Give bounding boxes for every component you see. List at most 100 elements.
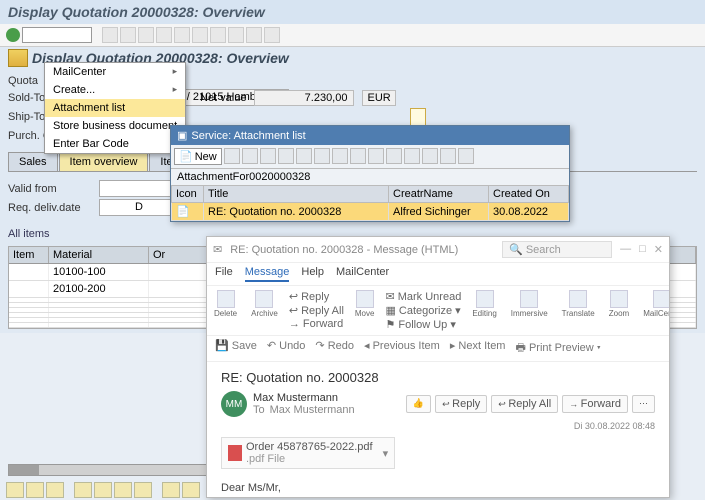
- reply-all-button[interactable]: ↩ Reply All: [491, 395, 558, 413]
- att-tb-icon[interactable]: [260, 148, 276, 164]
- tb-back-icon[interactable]: [120, 27, 136, 43]
- attachment-row[interactable]: 📄 RE: Quotation no. 2000328 Alfred Sichi…: [172, 203, 569, 221]
- menu-file[interactable]: File: [215, 266, 233, 282]
- mailcenter-icon[interactable]: [653, 290, 669, 308]
- bt-icon[interactable]: [6, 482, 24, 498]
- bt-icon[interactable]: [74, 482, 92, 498]
- valid-from-field[interactable]: [99, 180, 179, 197]
- tab-sales[interactable]: Sales: [8, 152, 58, 171]
- editing-icon[interactable]: [476, 290, 494, 308]
- gos-icon[interactable]: [8, 49, 28, 67]
- thumbs-up-button[interactable]: 👍: [406, 395, 431, 413]
- att-tb-icon[interactable]: [350, 148, 366, 164]
- qat-redo[interactable]: ↷ Redo: [315, 339, 354, 358]
- tb-save-icon[interactable]: [102, 27, 118, 43]
- tb-print-icon[interactable]: [174, 27, 190, 43]
- tab-item-overview[interactable]: Item overview: [59, 152, 149, 171]
- att-tb-icon[interactable]: [296, 148, 312, 164]
- message-timestamp: Di 30.08.2022 08:48: [221, 421, 655, 431]
- tb-last-icon[interactable]: [264, 27, 280, 43]
- menu-mailcenter[interactable]: MailCenter: [45, 63, 185, 81]
- reply-all-button[interactable]: ↩ Reply All: [289, 304, 344, 317]
- att-tb-icon[interactable]: [314, 148, 330, 164]
- att-tb-icon[interactable]: [440, 148, 456, 164]
- attachment-window-title: ▣ Service: Attachment list: [171, 126, 569, 145]
- att-tb-icon[interactable]: [458, 148, 474, 164]
- bt-icon[interactable]: [46, 482, 64, 498]
- bt-icon[interactable]: [162, 482, 180, 498]
- tb-find-icon[interactable]: [192, 27, 208, 43]
- chevron-down-icon[interactable]: ▾: [383, 447, 389, 460]
- qat-prev[interactable]: ◂ Previous Item: [364, 339, 440, 358]
- archive-icon[interactable]: [255, 290, 273, 308]
- immersive-icon[interactable]: [520, 290, 538, 308]
- attachment-chip[interactable]: Order 45878765-2022.pdf.pdf File ▾: [221, 437, 395, 469]
- search-input[interactable]: 🔍Search: [502, 241, 612, 258]
- menu-message[interactable]: Message: [245, 266, 290, 282]
- translate-icon[interactable]: [569, 290, 587, 308]
- col-icon[interactable]: Icon: [172, 186, 204, 203]
- bt-icon[interactable]: [114, 482, 132, 498]
- new-doc-icon: 📄: [179, 150, 193, 163]
- ok-icon[interactable]: [6, 28, 20, 42]
- menu-help[interactable]: Help: [301, 266, 324, 282]
- col-material[interactable]: Material: [49, 247, 149, 263]
- avatar: MM: [221, 391, 247, 417]
- forward-button[interactable]: → Forward: [562, 395, 628, 413]
- col-created[interactable]: Created On: [489, 186, 569, 203]
- more-actions-button[interactable]: ⋯: [632, 395, 655, 413]
- tb-prev-icon[interactable]: [228, 27, 244, 43]
- att-tb-icon[interactable]: [368, 148, 384, 164]
- qat-print[interactable]: 🖶 Print Preview ▾: [515, 339, 600, 358]
- move-icon[interactable]: [356, 290, 374, 308]
- document-icon[interactable]: [410, 108, 426, 126]
- menu-attachment-list[interactable]: Attachment list: [45, 99, 185, 117]
- menu-enter-bar-code[interactable]: Enter Bar Code: [45, 135, 185, 153]
- window-titlebar: Display Quotation 20000328: Overview: [0, 0, 705, 24]
- req-deliv-type[interactable]: D: [99, 199, 179, 216]
- bt-icon[interactable]: [26, 482, 44, 498]
- att-tb-icon[interactable]: [404, 148, 420, 164]
- bt-icon[interactable]: [182, 482, 200, 498]
- col-item[interactable]: Item: [9, 247, 49, 263]
- message-body: Dear Ms/Mr, Please find attached the Pur…: [221, 480, 655, 497]
- tb-exit-icon[interactable]: [138, 27, 154, 43]
- att-tb-icon[interactable]: [278, 148, 294, 164]
- att-tb-icon[interactable]: [224, 148, 240, 164]
- mark-unread-button[interactable]: ✉ Mark Unread: [385, 290, 461, 303]
- new-button[interactable]: 📄New: [174, 148, 222, 165]
- delete-icon[interactable]: [217, 290, 235, 308]
- follow-up-button[interactable]: ⚑ Follow Up ▾: [385, 318, 461, 331]
- col-creator[interactable]: CreatrName: [389, 186, 489, 203]
- menu-create[interactable]: Create...: [45, 81, 185, 99]
- forward-button[interactable]: → Forward: [289, 318, 344, 330]
- tb-first-icon[interactable]: [210, 27, 226, 43]
- reply-button[interactable]: ↩ Reply: [289, 290, 344, 303]
- app-toolbar: [0, 24, 705, 47]
- tags-group: ✉ Mark Unread ▦ Categorize ▾ ⚑ Follow Up…: [385, 290, 461, 331]
- net-value-group: Net value 7.230,00 EUR: [200, 90, 396, 106]
- tb-cancel-icon[interactable]: [156, 27, 172, 43]
- att-tb-icon[interactable]: [422, 148, 438, 164]
- menu-mailcenter[interactable]: MailCenter: [336, 266, 389, 282]
- bt-icon[interactable]: [134, 482, 152, 498]
- command-field[interactable]: [22, 27, 92, 43]
- menu-store-business-doc[interactable]: Store business document: [45, 117, 185, 135]
- qat-next[interactable]: ▸ Next Item: [450, 339, 506, 358]
- categorize-button[interactable]: ▦ Categorize ▾: [385, 304, 461, 317]
- outlook-title: RE: Quotation no. 2000328 - Message (HTM…: [230, 244, 458, 256]
- qat-undo[interactable]: ↶ Undo: [267, 339, 306, 358]
- tb-next-icon[interactable]: [246, 27, 262, 43]
- bt-icon[interactable]: [94, 482, 112, 498]
- gos-context-menu: MailCenter Create... Attachment list Sto…: [44, 62, 186, 154]
- reply-button[interactable]: ↩ Reply: [435, 395, 487, 413]
- att-tb-icon[interactable]: [332, 148, 348, 164]
- zoom-icon[interactable]: [610, 290, 628, 308]
- att-tb-icon[interactable]: [386, 148, 402, 164]
- minimize-icon[interactable]: —: [620, 243, 631, 256]
- att-tb-icon[interactable]: [242, 148, 258, 164]
- col-title[interactable]: Title: [204, 186, 389, 203]
- maximize-icon[interactable]: □: [639, 243, 646, 256]
- qat-save[interactable]: 💾 Save: [215, 339, 257, 358]
- close-icon[interactable]: ✕: [654, 243, 663, 256]
